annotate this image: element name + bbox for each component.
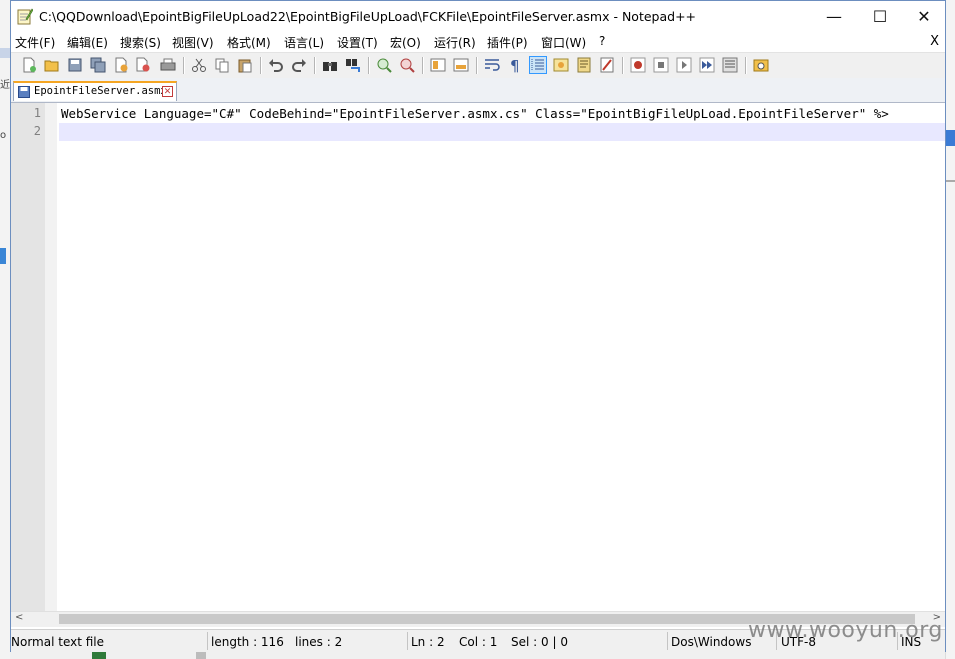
cut-icon[interactable]: [191, 57, 207, 73]
close-window-button[interactable]: ✕: [901, 1, 947, 32]
tab-label: EpointFileServer.asmx: [34, 85, 167, 97]
new-file-icon[interactable]: [21, 57, 37, 73]
menu-help[interactable]: ?: [599, 34, 605, 48]
save-all-icon[interactable]: [90, 57, 106, 73]
fold-margin[interactable]: [45, 103, 57, 611]
status-column: Col : 1: [459, 635, 498, 649]
taskbar-app-fragment-2: [196, 652, 206, 659]
zoom-out-icon[interactable]: [399, 57, 415, 73]
tab-close-icon[interactable]: ✕: [162, 86, 173, 97]
close-file-icon[interactable]: [113, 57, 129, 73]
status-separator: [667, 632, 668, 650]
background-window-right-edge: [946, 0, 955, 659]
playback-macro-icon[interactable]: [676, 57, 692, 73]
toolbar-separator: [314, 57, 316, 74]
menu-format[interactable]: 格式(M): [227, 34, 271, 51]
stop-recording-icon[interactable]: [653, 57, 669, 73]
background-window-text-fragment: 近: [0, 80, 10, 91]
toolbar-separator: [745, 57, 747, 74]
menu-file[interactable]: 文件(F): [15, 34, 55, 51]
editor-area[interactable]: 1 2 WebService Language="C#" CodeBehind=…: [11, 103, 945, 611]
menu-search[interactable]: 搜索(S): [120, 34, 161, 51]
sync-horizontal-scroll-icon[interactable]: [453, 57, 469, 73]
save-macro-icon[interactable]: [722, 57, 738, 73]
save-icon[interactable]: [67, 57, 83, 73]
taskbar-app-fragment: [92, 652, 106, 659]
user-defined-language-icon[interactable]: [553, 57, 569, 73]
status-length: length : 116: [211, 635, 284, 649]
open-file-icon[interactable]: [44, 57, 60, 73]
menu-plugins[interactable]: 插件(P): [487, 34, 528, 51]
undo-icon[interactable]: [268, 57, 284, 73]
function-list-icon[interactable]: [599, 57, 615, 73]
current-line-highlight: [59, 123, 945, 141]
maximize-button[interactable]: ☐: [857, 1, 903, 32]
find-icon[interactable]: [322, 57, 338, 73]
code-line[interactable]: WebService Language="C#" CodeBehind="Epo…: [61, 105, 889, 123]
sync-vertical-scroll-icon[interactable]: [430, 57, 446, 73]
menu-language[interactable]: 语言(L): [284, 34, 324, 51]
watermark-text: www.wooyun.org: [748, 618, 943, 643]
scroll-left-arrow-icon[interactable]: <: [15, 612, 23, 623]
close-document-button[interactable]: X: [930, 34, 939, 49]
window-title: C:\QQDownload\EpointBigFileUpLoad22\Epoi…: [39, 9, 697, 24]
notepad-app-icon: [17, 8, 33, 25]
code-text-area[interactable]: WebService Language="C#" CodeBehind="Epo…: [59, 103, 945, 611]
menu-view[interactable]: 视图(V): [172, 34, 214, 51]
menu-bar: 文件(F) 编辑(E) 搜索(S) 视图(V) 格式(M) 语言(L) 设置(T…: [11, 32, 945, 52]
status-file-type: Normal text file: [11, 635, 105, 649]
toolbar-separator: [260, 57, 262, 74]
print-icon[interactable]: [160, 57, 176, 73]
paste-icon[interactable]: [237, 57, 253, 73]
document-map-icon[interactable]: [576, 57, 592, 73]
menu-macro[interactable]: 宏(O): [390, 34, 421, 51]
toolbar: ¶: [11, 52, 945, 79]
status-selection: Sel : 0 | 0: [511, 635, 568, 649]
menu-window[interactable]: 窗口(W): [541, 34, 586, 51]
indent-guide-icon[interactable]: [529, 56, 547, 74]
record-macro-icon[interactable]: [630, 57, 646, 73]
run-macro-multiple-icon[interactable]: [699, 57, 715, 73]
zoom-in-icon[interactable]: [376, 57, 392, 73]
toolbar-separator: [368, 57, 370, 74]
background-window-toolbar-fragment: [0, 48, 10, 58]
menu-settings[interactable]: 设置(T): [337, 34, 378, 51]
tab-epointfileserver-asmx[interactable]: EpointFileServer.asmx ✕: [13, 81, 177, 101]
toolbar-separator: [183, 57, 185, 74]
background-window-scroll-fragment: [946, 130, 955, 146]
svg-text:¶: ¶: [510, 57, 520, 73]
show-all-characters-icon[interactable]: ¶: [507, 57, 523, 73]
taskbar-fragment: [10, 652, 945, 659]
line-number: 1: [33, 106, 41, 120]
saved-file-icon: [18, 86, 30, 98]
line-number: 2: [33, 124, 41, 138]
replace-icon[interactable]: [345, 57, 361, 73]
background-window-text-fragment-2: o: [0, 130, 7, 141]
notepad-plus-plus-window: C:\QQDownload\EpointBigFileUpLoad22\Epoi…: [10, 0, 946, 652]
menu-run[interactable]: 运行(R): [434, 34, 476, 51]
toolbar-separator: [476, 57, 478, 74]
status-line-number: Ln : 2: [411, 635, 445, 649]
title-bar[interactable]: C:\QQDownload\EpointBigFileUpLoad22\Epoi…: [11, 1, 945, 32]
launch-in-browser-icon[interactable]: [753, 57, 769, 73]
redo-icon[interactable]: [291, 57, 307, 73]
close-all-icon[interactable]: [135, 57, 151, 73]
toolbar-separator: [422, 57, 424, 74]
status-separator: [407, 632, 408, 650]
menu-edit[interactable]: 编辑(E): [67, 34, 108, 51]
document-tab-bar: EpointFileServer.asmx ✕: [11, 78, 945, 103]
minimize-button[interactable]: —: [811, 1, 857, 32]
status-separator: [207, 632, 208, 650]
word-wrap-icon[interactable]: [484, 57, 500, 73]
status-lines: lines : 2: [295, 635, 343, 649]
background-window-divider-fragment: [946, 180, 955, 182]
copy-icon[interactable]: [214, 57, 230, 73]
status-eol-format: Dos\Windows: [671, 635, 752, 649]
background-window-selection-fragment: [0, 248, 6, 264]
toolbar-separator: [622, 57, 624, 74]
